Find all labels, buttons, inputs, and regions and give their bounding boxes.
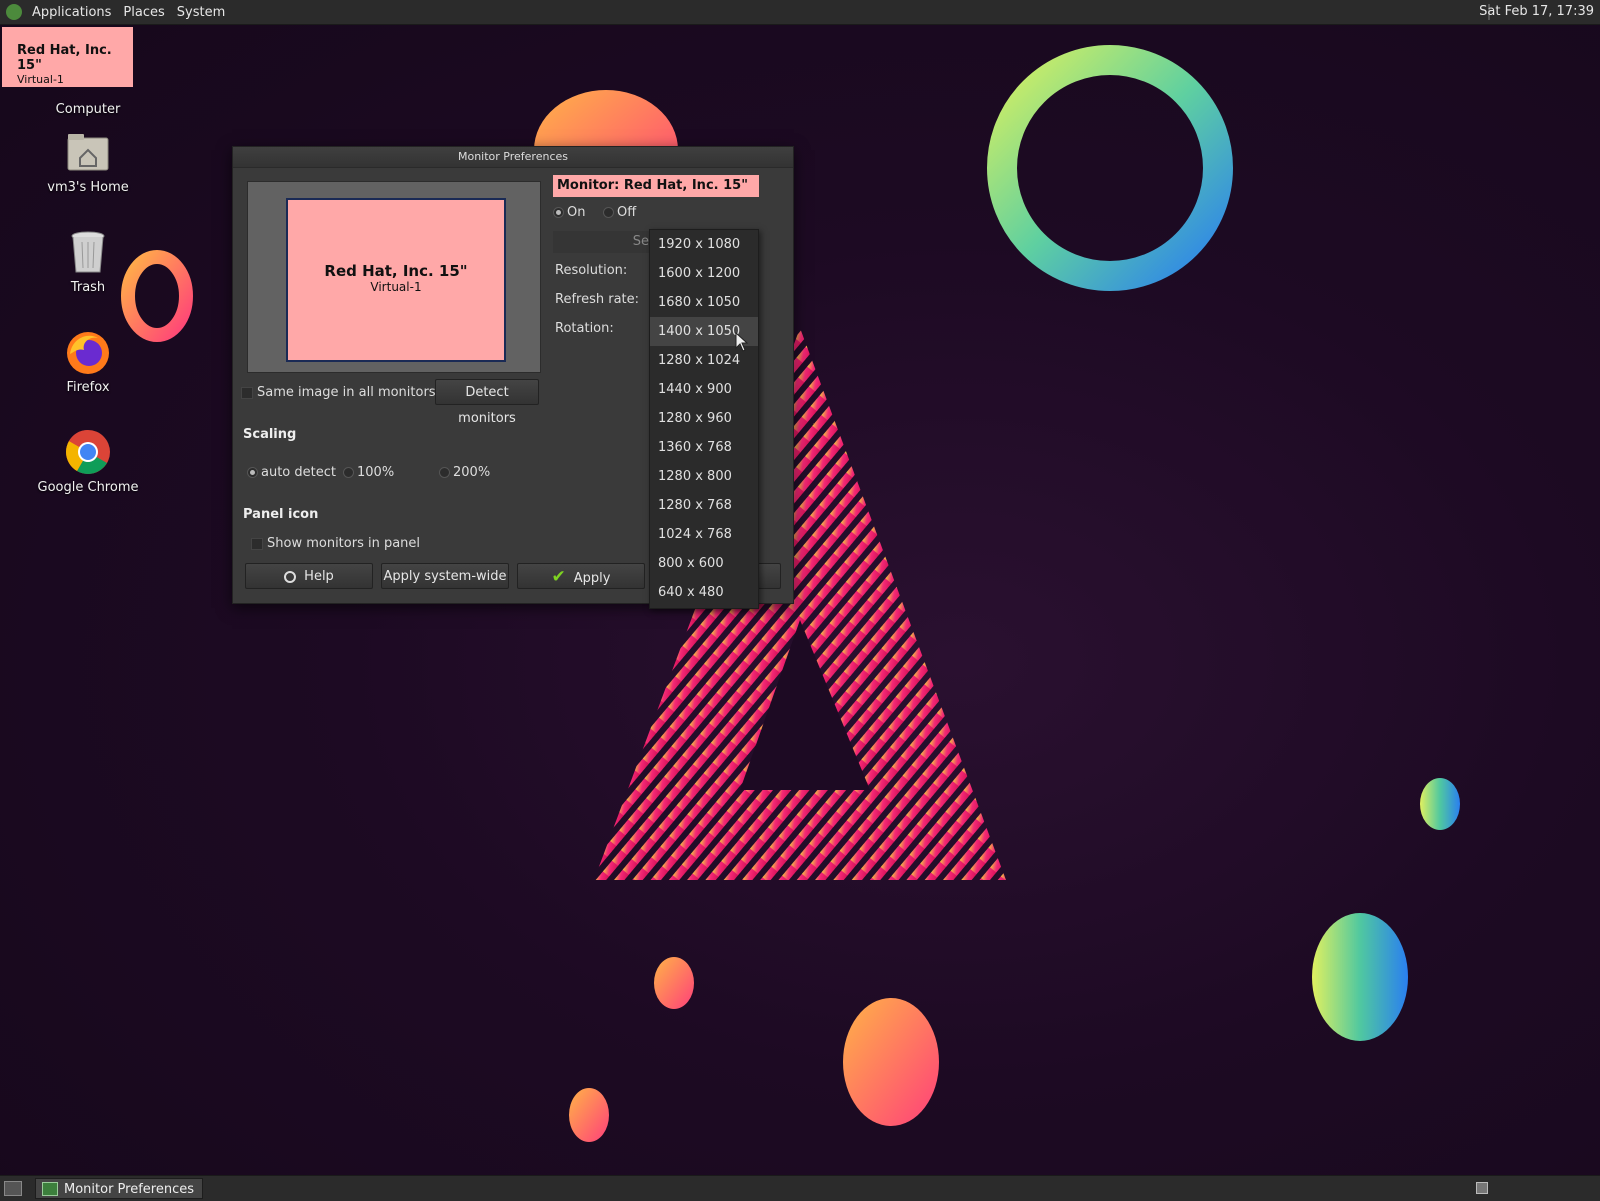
desktop-icon-chrome[interactable]: Google Chrome — [28, 428, 148, 495]
chrome-icon — [64, 428, 112, 476]
checkbox-indicator — [251, 537, 263, 550]
home-folder-icon — [64, 128, 112, 176]
scaling-200-radio[interactable]: 200% — [439, 465, 490, 480]
resolution-option[interactable]: 1920 x 1080 — [650, 230, 758, 259]
taskbar-monitor-preferences[interactable]: Monitor Preferences — [35, 1178, 203, 1199]
resolution-option[interactable]: 1440 x 900 — [650, 375, 758, 404]
monitor-preview-tile[interactable]: Red Hat, Inc. 15" Virtual-1 — [286, 198, 506, 362]
show-monitors-label: Show monitors in panel — [267, 536, 421, 551]
desktop-icon-label: Computer — [55, 102, 121, 117]
radio-indicator — [553, 207, 564, 218]
resolution-label: Resolution: — [555, 263, 628, 278]
radio-indicator — [343, 467, 354, 478]
dialog-titlebar[interactable]: Monitor Preferences — [233, 147, 793, 168]
firefox-icon — [64, 328, 112, 376]
help-button[interactable]: Help — [245, 563, 373, 589]
radio-indicator — [603, 207, 614, 218]
scaling-200-label: 200% — [453, 465, 491, 480]
same-image-label: Same image in all monitors — [257, 385, 436, 400]
checkbox-indicator — [241, 386, 253, 399]
osd-subtitle: Virtual-1 — [17, 73, 64, 86]
top-panel: Applications Places System Sat Feb 17, 1… — [0, 0, 1600, 25]
osd-title: Red Hat, Inc. 15" — [17, 43, 112, 73]
distro-logo-icon[interactable] — [6, 4, 22, 20]
desktop-icon-firefox[interactable]: Firefox — [28, 328, 148, 395]
taskbar-label: Monitor Preferences — [64, 1182, 195, 1197]
menu-places[interactable]: Places — [117, 5, 170, 20]
desktop-icon-trash[interactable]: Trash — [28, 228, 148, 295]
same-image-checkbox[interactable]: Same image in all monitors — [241, 385, 436, 400]
checkmark-icon: ✔ — [551, 567, 566, 587]
resolution-dropdown-list: 1920 x 1080 1600 x 1200 1680 x 1050 1400… — [649, 229, 759, 609]
help-icon — [284, 570, 297, 583]
menu-system[interactable]: System — [171, 5, 231, 20]
clock[interactable]: Sat Feb 17, 17:39 — [1479, 0, 1594, 24]
monitor-app-icon — [42, 1182, 58, 1196]
power-off-label: Off — [617, 205, 637, 220]
monitor-osd-label: Red Hat, Inc. 15" Virtual-1 — [2, 27, 133, 87]
bottom-panel: Monitor Preferences — [0, 1175, 1600, 1201]
desktop-icon-home[interactable]: vm3's Home — [28, 128, 148, 195]
resolution-option[interactable]: 1360 x 768 — [650, 433, 758, 462]
monitor-name-label: Monitor: Red Hat, Inc. 15" — [553, 175, 759, 197]
show-desktop-icon[interactable] — [4, 1181, 22, 1196]
resolution-option[interactable]: 1280 x 768 — [650, 491, 758, 520]
resolution-option[interactable]: 1600 x 1200 — [650, 259, 758, 288]
resolution-option[interactable]: 1280 x 960 — [650, 404, 758, 433]
scaling-auto-radio[interactable]: auto detect — [247, 465, 336, 480]
desktop-icon-label: Google Chrome — [37, 480, 139, 495]
apply-system-wide-button[interactable]: Apply system-wide — [381, 563, 509, 589]
resolution-option[interactable]: 800 x 600 — [650, 549, 758, 578]
trash-icon — [64, 228, 112, 276]
help-button-label: Help — [304, 569, 334, 584]
radio-indicator — [439, 467, 450, 478]
mouse-pointer-icon — [735, 332, 749, 352]
preview-monitor-name: Red Hat, Inc. 15" — [324, 262, 468, 280]
apply-button-label: Apply — [573, 571, 611, 586]
desktop-icon-label: Firefox — [66, 380, 110, 395]
radio-indicator — [247, 467, 258, 478]
power-on-label: On — [567, 205, 586, 220]
resolution-option[interactable]: 1280 x 800 — [650, 462, 758, 491]
scaling-100-label: 100% — [357, 465, 395, 480]
scaling-auto-label: auto detect — [261, 465, 336, 480]
apply-button[interactable]: ✔ Apply — [517, 563, 645, 589]
detect-monitors-button[interactable]: Detect monitors — [435, 379, 539, 426]
monitor-preview-area: Red Hat, Inc. 15" Virtual-1 — [247, 181, 541, 373]
desktop-icon-label: Trash — [70, 280, 106, 295]
panel-icon-heading: Panel icon — [243, 507, 319, 522]
rotation-label: Rotation: — [555, 321, 614, 336]
workspace-switcher-icon[interactable] — [1476, 1182, 1488, 1194]
power-off-radio[interactable]: Off — [603, 205, 636, 220]
resolution-option[interactable]: 1024 x 768 — [650, 520, 758, 549]
preview-monitor-connector: Virtual-1 — [370, 280, 422, 294]
power-on-radio[interactable]: On — [553, 205, 585, 220]
desktop-icon-label: vm3's Home — [47, 180, 129, 195]
menu-applications[interactable]: Applications — [26, 5, 117, 20]
refresh-rate-label: Refresh rate: — [555, 292, 640, 307]
scaling-100-radio[interactable]: 100% — [343, 465, 394, 480]
scaling-heading: Scaling — [243, 427, 297, 442]
resolution-option[interactable]: 1680 x 1050 — [650, 288, 758, 317]
show-monitors-checkbox[interactable]: Show monitors in panel — [251, 536, 420, 551]
resolution-option[interactable]: 640 x 480 — [650, 578, 758, 607]
